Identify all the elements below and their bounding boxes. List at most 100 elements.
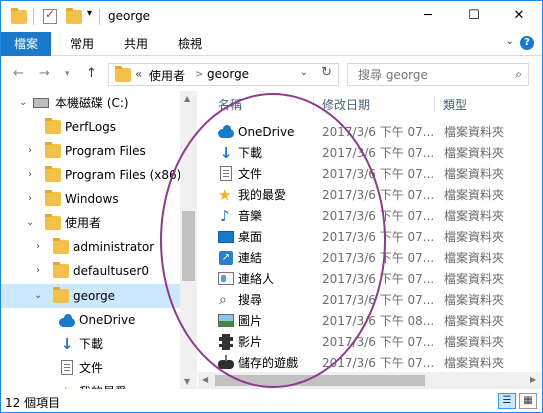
tab-home[interactable]: 常用	[59, 32, 105, 56]
chevron-right-icon[interactable]: ›	[28, 163, 32, 187]
address-bar[interactable]: « 使用者 > george ⌄ ↻	[108, 63, 339, 86]
tree-item-windows[interactable]: › Windows	[1, 187, 181, 211]
search-icon[interactable]: ⌕	[515, 67, 522, 82]
address-dropdown-icon[interactable]: ⌄	[300, 67, 308, 78]
folder-icon	[45, 214, 61, 230]
tree-item-local-disk[interactable]: ⌄ 本機磁碟 (C:)	[1, 91, 181, 115]
tree-item-onedrive[interactable]: OneDrive	[1, 308, 181, 332]
tree-item-administrator[interactable]: › administrator	[1, 235, 181, 259]
list-item[interactable]: 文件 2017/3/6 下午 07... 檔案資料夾	[212, 164, 542, 185]
tree-item-favorites[interactable]: ★ 我的最愛	[1, 380, 181, 389]
onedrive-icon	[218, 125, 234, 138]
tree-item-downloads[interactable]: ↓ 下載	[1, 332, 181, 356]
column-header-type[interactable]: 類型	[443, 96, 467, 113]
tree-item-program-files[interactable]: › Program Files	[1, 139, 181, 163]
item-date: 2017/3/6 下午 07...	[322, 251, 435, 265]
chevron-right-icon[interactable]: ›	[28, 139, 32, 163]
contacts-icon	[218, 272, 234, 285]
list-item[interactable]: ↓ 下載 2017/3/6 下午 07... 檔案資料夾	[212, 143, 542, 164]
chevron-down-icon[interactable]: ⌄	[34, 284, 42, 308]
tree-item-george[interactable]: ⌄ george	[1, 284, 181, 308]
column-header-name[interactable]: 名稱	[218, 96, 242, 113]
icon-slot	[218, 355, 234, 371]
scroll-right-icon[interactable]: ▶	[530, 375, 536, 384]
overflow-crumb[interactable]: «	[135, 67, 142, 81]
folder-icon	[45, 166, 61, 182]
help-icon[interactable]: ?	[520, 36, 534, 50]
search-box[interactable]: ⌕	[347, 63, 529, 86]
forward-arrow-icon[interactable]: →	[39, 66, 50, 81]
item-date: 2017/3/6 下午 08...	[322, 314, 435, 328]
tree-item-users[interactable]: ⌄ 使用者	[1, 211, 181, 235]
item-type: 檔案資料夾	[444, 272, 505, 286]
nav-pane-scrollbar[interactable]: ▲ ▼	[180, 91, 197, 389]
search-input[interactable]	[358, 66, 503, 83]
list-item[interactable]: OneDrive 2017/3/6 下午 07... 檔案資料夾	[212, 122, 542, 143]
item-type: 檔案資料夾	[444, 230, 505, 244]
list-item[interactable]: ♪ 音樂 2017/3/6 下午 07... 檔案資料夾	[212, 206, 542, 227]
scrollbar-thumb[interactable]	[215, 375, 425, 386]
tree-item-program-files-x86[interactable]: › Program Files (x86)	[1, 163, 181, 187]
list-item[interactable]: 桌面 2017/3/6 下午 07... 檔案資料夾	[212, 227, 542, 248]
list-item[interactable]: 圖片 2017/3/6 下午 08... 檔案資料夾	[212, 311, 542, 332]
saved-games-icon	[218, 355, 234, 371]
tree-item-label: 文件	[79, 361, 104, 375]
tree-item-label: 我的最愛	[79, 380, 127, 389]
tab-share[interactable]: 共用	[113, 32, 159, 56]
tab-file[interactable]: 檔案	[1, 32, 51, 56]
list-item[interactable]: 儲存的遊戲 2017/3/6 下午 07... 檔案資料夾	[212, 353, 542, 374]
back-arrow-icon[interactable]: ←	[13, 66, 24, 81]
scroll-down-icon[interactable]: ▼	[184, 377, 190, 386]
chevron-down-icon[interactable]: ⌄	[19, 91, 27, 115]
minimize-button[interactable]: ─	[405, 1, 451, 31]
list-item[interactable]: ↗ 連結 2017/3/6 下午 07... 檔案資料夾	[212, 248, 542, 269]
item-date: 2017/3/6 下午 07...	[322, 209, 435, 223]
details-view-icon[interactable]: ☰	[498, 393, 516, 409]
icon-slot	[218, 271, 234, 287]
maximize-button[interactable]: ☐	[451, 1, 497, 31]
breadcrumb-separator[interactable]: >	[195, 69, 203, 80]
breadcrumb-george[interactable]: george	[207, 67, 249, 81]
list-item[interactable]: 影片 2017/3/6 下午 07... 檔案資料夾	[212, 332, 542, 353]
icon-slot	[218, 229, 234, 245]
scroll-up-icon[interactable]: ▲	[184, 94, 190, 103]
item-name: 圖片	[238, 314, 263, 328]
recent-locations-icon[interactable]: ▾	[65, 69, 70, 79]
list-item[interactable]: ⌕ 搜尋 2017/3/6 下午 07... 檔案資料夾	[212, 290, 542, 311]
folder-icon	[11, 8, 27, 24]
up-arrow-icon[interactable]: ↑	[86, 66, 97, 81]
chevron-right-icon[interactable]: ›	[36, 259, 40, 283]
column-header-date[interactable]: 修改日期	[322, 96, 370, 113]
column-divider[interactable]	[434, 95, 435, 113]
tab-view[interactable]: 檢視	[167, 32, 213, 56]
chevron-down-icon[interactable]: ⌄	[506, 36, 514, 47]
properties-check-icon[interactable]	[43, 7, 57, 24]
refresh-icon[interactable]: ↻	[321, 65, 332, 80]
breadcrumb-users[interactable]: 使用者	[149, 67, 185, 84]
scroll-left-icon[interactable]: ◀	[202, 375, 208, 384]
file-list-scrollbar[interactable]: ◀ ▶	[198, 372, 542, 389]
tree-item-perflogs[interactable]: PerfLogs	[1, 115, 181, 139]
tree-item-defaultuser0[interactable]: › defaultuser0	[1, 259, 181, 283]
tree-item-label: 下載	[79, 337, 104, 351]
chevron-right-icon[interactable]: ›	[36, 235, 40, 259]
large-icons-view-icon[interactable]: ▦	[519, 393, 537, 409]
item-type: 檔案資料夾	[444, 293, 505, 307]
folder-icon	[45, 142, 61, 158]
folder-icon	[115, 66, 131, 82]
music-icon: ♪	[220, 207, 230, 225]
item-date: 2017/3/6 下午 07...	[322, 356, 435, 370]
scrollbar-thumb[interactable]	[182, 211, 195, 281]
new-folder-icon[interactable]	[66, 8, 82, 24]
customize-quick-access-icon[interactable]: ▾	[87, 8, 92, 19]
close-button[interactable]: ✕	[496, 1, 542, 31]
tree-item-documents[interactable]: 文件	[1, 356, 181, 380]
chevron-down-icon[interactable]: ⌄	[26, 211, 34, 235]
tree-item-label: defaultuser0	[73, 264, 150, 278]
list-item[interactable]: ★ 我的最愛 2017/3/6 下午 07... 檔案資料夾	[212, 185, 542, 206]
divider	[33, 9, 34, 25]
column-divider[interactable]	[313, 95, 314, 113]
tree-item-label: administrator	[73, 240, 155, 254]
list-item[interactable]: 連絡人 2017/3/6 下午 07... 檔案資料夾	[212, 269, 542, 290]
chevron-right-icon[interactable]: ›	[28, 187, 32, 211]
